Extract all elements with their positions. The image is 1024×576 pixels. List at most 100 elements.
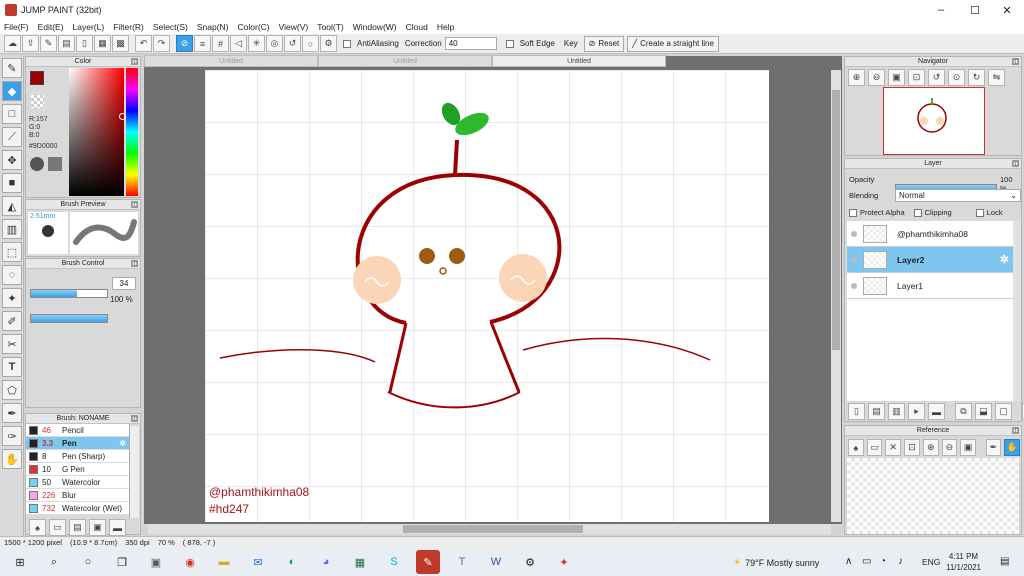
- snap-circle-icon[interactable]: ◎: [266, 35, 283, 52]
- transparent-swatch[interactable]: [31, 95, 44, 108]
- search-icon[interactable]: ⌕: [42, 550, 66, 574]
- menu-file[interactable]: File(F): [4, 22, 29, 32]
- menu-cloud[interactable]: Cloud: [406, 22, 428, 32]
- canvas-horizontal-scrollbar[interactable]: [148, 524, 831, 534]
- brush-add-icon[interactable]: ▤: [69, 519, 86, 536]
- menu-select[interactable]: Select(S): [153, 22, 188, 32]
- eraser-tool-icon[interactable]: ◆: [2, 81, 22, 101]
- snap-grid-icon[interactable]: #: [212, 35, 229, 52]
- brush-opacity-slider[interactable]: [30, 314, 108, 323]
- ref-open-icon[interactable]: ▭: [866, 439, 883, 456]
- zoom-in-icon[interactable]: ⊕: [848, 69, 865, 86]
- ref-hand-icon[interactable]: ✋: [1004, 439, 1021, 456]
- jump-paint-icon[interactable]: ✎: [416, 550, 440, 574]
- menu-tool[interactable]: Tool(T): [317, 22, 343, 32]
- page-icon[interactable]: ▯: [76, 35, 93, 52]
- settings-icon[interactable]: ⚙: [518, 550, 542, 574]
- snap-parallel-icon[interactable]: ≡: [194, 35, 211, 52]
- select-eraser-tool-icon[interactable]: ✂: [2, 334, 22, 354]
- store-icon[interactable]: ▣: [144, 550, 168, 574]
- menu-view[interactable]: View(V): [279, 22, 309, 32]
- lock-checkbox[interactable]: [975, 208, 984, 217]
- zoom-out-icon[interactable]: ⊖: [868, 69, 885, 86]
- edge-icon[interactable]: ◐: [280, 550, 304, 574]
- clear-layer-icon[interactable]: ▢: [995, 403, 1012, 420]
- discord-icon[interactable]: ◕: [314, 550, 338, 574]
- lasso-tool-icon[interactable]: ◌: [2, 265, 22, 285]
- copy-layer-icon[interactable]: ⧉: [955, 403, 972, 420]
- cortana-icon[interactable]: ○: [76, 550, 100, 574]
- excel-icon[interactable]: ▦: [348, 550, 372, 574]
- snap-curve-icon[interactable]: ↺: [284, 35, 301, 52]
- tray-chevron-icon[interactable]: ∧: [845, 556, 852, 567]
- panel-menu-icon[interactable]: ◫: [131, 260, 138, 267]
- blending-select[interactable]: Normal ⌄: [895, 189, 1021, 202]
- menu-filter[interactable]: Filter(R): [113, 22, 144, 32]
- ref-cloud-icon[interactable]: ♠: [848, 439, 864, 456]
- layer-visibility-icon[interactable]: [851, 256, 857, 263]
- antialiasing-checkbox[interactable]: [343, 39, 351, 48]
- layer-row[interactable]: @phamthikimha08: [847, 221, 1013, 247]
- layer-add-dropdown-icon[interactable]: ▸: [908, 403, 925, 420]
- saturation-value-picker[interactable]: [69, 68, 124, 196]
- brush-list-scrollbar[interactable]: [130, 426, 139, 518]
- reference-canvas[interactable]: [847, 458, 1019, 534]
- ref-fit-icon[interactable]: ⊡: [904, 439, 920, 456]
- brush-size-slider[interactable]: [30, 289, 108, 298]
- layer-row[interactable]: Layer1: [847, 273, 1013, 299]
- gradient-tool-icon[interactable]: ▥: [2, 219, 22, 239]
- magic-wand-tool-icon[interactable]: ✦: [2, 288, 22, 308]
- rotate-left-icon[interactable]: ↺: [928, 69, 945, 86]
- tab-untitled-1[interactable]: Untitled: [144, 55, 318, 67]
- clipping-checkbox[interactable]: [913, 208, 922, 217]
- ref-zoom-out-icon[interactable]: ⊖: [941, 439, 958, 456]
- soft-edge-checkbox[interactable]: [505, 39, 514, 48]
- teams-icon[interactable]: T: [450, 550, 474, 574]
- navigator-thumbnail[interactable]: [883, 87, 985, 155]
- panel-menu-icon[interactable]: ◫: [1012, 427, 1019, 434]
- tab-untitled-2[interactable]: Untitled: [318, 55, 492, 67]
- move-tool-icon[interactable]: ✥: [2, 150, 22, 170]
- eyedropper-tool-icon[interactable]: ✒: [2, 403, 22, 423]
- layer-list-scrollbar[interactable]: [1013, 221, 1021, 401]
- panel-menu-icon[interactable]: ◫: [131, 415, 138, 422]
- brush-copy-icon[interactable]: ▣: [89, 519, 106, 536]
- panel-menu-icon[interactable]: ◫: [1012, 58, 1019, 65]
- menu-layer[interactable]: Layer(L): [73, 22, 105, 32]
- clock[interactable]: 4:11 PM 11/1/2021: [946, 551, 981, 573]
- bucket-tool-icon[interactable]: ◭: [2, 196, 22, 216]
- layer-settings-icon[interactable]: ✲: [1000, 253, 1009, 266]
- layer-visibility-icon[interactable]: [851, 230, 857, 237]
- menu-window[interactable]: Window(W): [353, 22, 397, 32]
- brush-folder-icon[interactable]: ▭: [49, 519, 66, 536]
- brush-settings-icon[interactable]: ✲: [119, 439, 126, 448]
- brush-list-item[interactable]: 46 Pencil: [26, 424, 129, 437]
- actual-size-icon[interactable]: ⊡: [908, 69, 925, 86]
- brush-list-item[interactable]: 732 Watercolor (Wet): [26, 502, 129, 515]
- merge-layer-icon[interactable]: ⬓: [975, 403, 992, 420]
- brush-tool-icon[interactable]: ✎: [2, 58, 22, 78]
- rotate-right-icon[interactable]: ↻: [968, 69, 985, 86]
- protect-alpha-checkbox[interactable]: [849, 208, 857, 217]
- mail-icon[interactable]: ✉: [246, 550, 270, 574]
- fill-rect-tool-icon[interactable]: ■: [2, 173, 22, 193]
- layer-row[interactable]: Layer2 ✲: [847, 247, 1013, 273]
- line-tool-icon[interactable]: ⟋: [2, 127, 22, 147]
- shape-tool-icon[interactable]: ⬠: [2, 380, 22, 400]
- chat-icon[interactable]: ▤: [58, 35, 75, 52]
- task-view-icon[interactable]: ❐: [110, 550, 134, 574]
- notification-icon[interactable]: ▤: [1000, 556, 1009, 567]
- language-indicator[interactable]: ENG: [922, 557, 940, 567]
- chrome-icon[interactable]: ◉: [178, 550, 202, 574]
- snap-off-icon[interactable]: ⊘: [176, 35, 193, 52]
- tray-volume-icon[interactable]: ♪: [898, 556, 903, 567]
- brush-size-input[interactable]: 34: [112, 277, 136, 290]
- snap-settings-icon[interactable]: ⚙: [320, 35, 337, 52]
- new-raster-icon[interactable]: ▤: [868, 403, 885, 420]
- brush-delete-icon[interactable]: ▬: [109, 519, 126, 536]
- new-layer-icon[interactable]: ▯: [848, 403, 865, 420]
- reset-button[interactable]: ⊘ Reset: [583, 35, 625, 52]
- tab-untitled-3[interactable]: Untitled: [492, 55, 666, 67]
- new-folder-icon[interactable]: ▬: [928, 403, 945, 420]
- ref-close-icon[interactable]: ✕: [885, 439, 902, 456]
